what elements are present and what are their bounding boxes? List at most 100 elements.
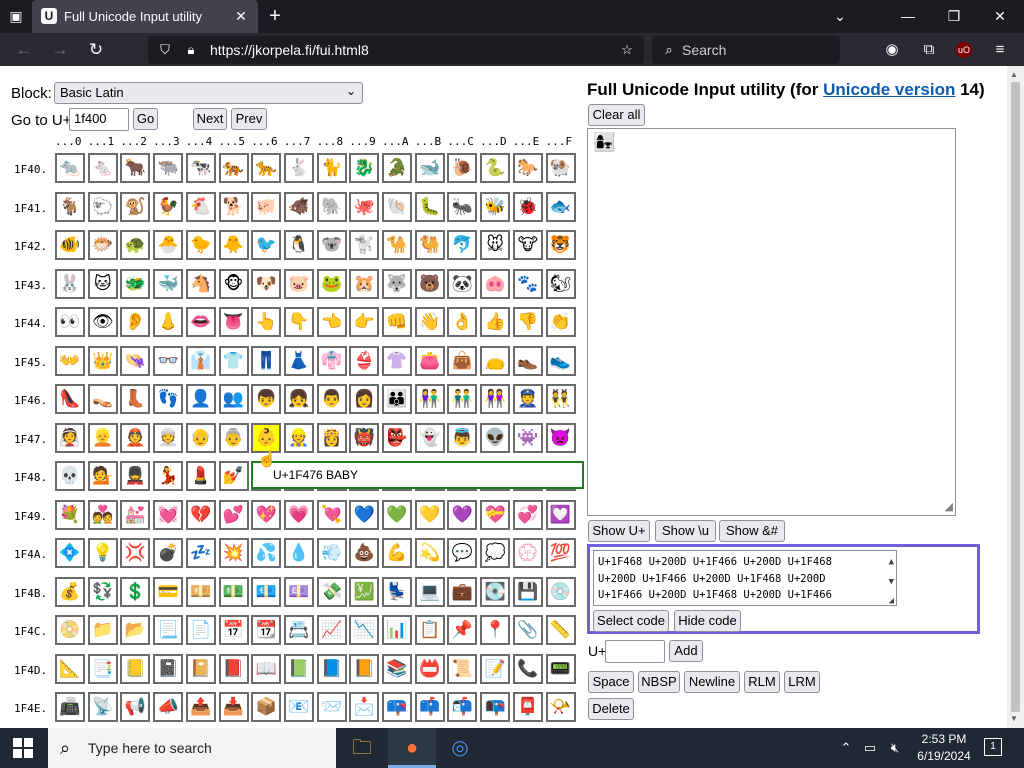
char-cell[interactable]: 🐭: [480, 230, 511, 260]
char-cell[interactable]: 🐈: [316, 153, 347, 183]
chevron-down-icon[interactable]: ⌄: [824, 4, 856, 28]
char-cell[interactable]: 📦: [251, 692, 282, 722]
char-cell[interactable]: 🐼: [447, 268, 478, 299]
prev-button[interactable]: Prev: [231, 108, 267, 130]
char-cell[interactable]: 💺: [382, 576, 412, 607]
char-cell[interactable]: 💡: [87, 538, 118, 568]
taskbar-search[interactable]: ⌕ Type here to search: [48, 728, 336, 768]
char-cell[interactable]: 📞: [512, 653, 543, 684]
char-cell[interactable]: 💳: [153, 576, 184, 607]
char-cell[interactable]: 📊: [382, 615, 412, 645]
char-cell[interactable]: 📢: [120, 692, 151, 722]
char-cell[interactable]: 🐮: [512, 230, 543, 260]
char-cell[interactable]: 👼: [447, 422, 478, 453]
char-cell[interactable]: 📔: [185, 653, 216, 684]
char-cell[interactable]: 📫: [414, 692, 445, 722]
char-cell[interactable]: 🐱: [87, 268, 118, 299]
char-cell[interactable]: 📀: [55, 615, 85, 645]
char-cell[interactable]: 👀: [55, 307, 85, 337]
char-cell[interactable]: 👞: [512, 345, 543, 376]
char-cell[interactable]: 👻: [414, 422, 445, 453]
char-cell[interactable]: 👃: [153, 307, 184, 337]
restore-icon[interactable]: ❐: [938, 4, 970, 28]
url-text[interactable]: https://jkorpela.fi/fui.html8: [210, 42, 369, 58]
char-cell[interactable]: 👮: [512, 384, 543, 414]
char-cell[interactable]: 💫: [414, 538, 445, 568]
char-cell[interactable]: 👿: [545, 422, 576, 453]
char-cell[interactable]: 👸: [316, 422, 347, 453]
char-cell[interactable]: 📌: [447, 615, 478, 645]
char-cell[interactable]: 👓: [153, 345, 184, 376]
char-cell[interactable]: 💦: [251, 538, 282, 568]
clear-all-button[interactable]: Clear all: [588, 104, 645, 126]
char-cell[interactable]: 💼: [447, 576, 478, 607]
char-cell[interactable]: 👢: [120, 384, 151, 414]
char-cell[interactable]: 🐇: [283, 153, 314, 183]
chevron-up-icon[interactable]: ⌃: [836, 728, 856, 768]
char-cell[interactable]: 👗: [283, 345, 314, 376]
char-cell[interactable]: 🐶: [251, 268, 282, 299]
char-cell[interactable]: 🐝: [480, 191, 511, 222]
char-cell[interactable]: 🐲: [120, 268, 151, 299]
char-cell[interactable]: 📒: [120, 653, 151, 684]
char-cell[interactable]: 👔: [185, 345, 216, 376]
char-cell[interactable]: 👷: [283, 422, 314, 453]
nbsp-button[interactable]: NBSP: [638, 671, 680, 693]
url-bar[interactable]: ⛉ 🔒︎ https://jkorpela.fi/fui.html8 ☆: [148, 36, 644, 64]
clock[interactable]: 2:53 PM 6/19/2024: [912, 731, 976, 765]
char-cell[interactable]: 🐙: [349, 191, 380, 222]
char-cell[interactable]: 💭: [480, 538, 511, 568]
char-cell[interactable]: 🐟: [545, 191, 576, 222]
char-cell[interactable]: 💐: [55, 499, 85, 530]
char-cell[interactable]: 🐵: [218, 268, 249, 299]
browser-tab[interactable]: U Full Unicode Input utility ✕: [32, 0, 258, 33]
char-cell[interactable]: 💚: [382, 499, 412, 530]
char-cell[interactable]: 📕: [218, 653, 249, 684]
char-cell[interactable]: 📨: [316, 692, 347, 722]
char-cell[interactable]: 💵: [218, 576, 249, 607]
char-cell[interactable]: 🐴: [185, 268, 216, 299]
go-button[interactable]: Go: [133, 108, 158, 130]
shield-icon[interactable]: ⛉: [156, 41, 174, 59]
char-cell[interactable]: 💣: [153, 538, 184, 568]
char-cell[interactable]: 📏: [545, 615, 576, 645]
char-cell[interactable]: 📪: [382, 692, 412, 722]
char-cell[interactable]: 👋: [414, 307, 445, 337]
extensions-icon[interactable]: ⧉: [917, 38, 941, 62]
network-icon[interactable]: ▭: [860, 728, 880, 768]
output-textarea[interactable]: 👩‍👧 ◢: [587, 128, 956, 516]
hide-code-button[interactable]: Hide code: [674, 610, 741, 632]
code-textarea[interactable]: U+1F468 U+200D U+1F466 U+200D U+1F468 U+…: [593, 550, 897, 606]
char-cell[interactable]: 💝: [480, 499, 511, 530]
char-cell[interactable]: 🐦: [251, 230, 282, 260]
char-cell[interactable]: 👨: [316, 384, 347, 414]
char-cell[interactable]: 📯: [545, 692, 576, 722]
notification-icon[interactable]: 1: [984, 738, 1002, 756]
char-cell[interactable]: 💁: [87, 461, 118, 491]
char-cell[interactable]: 📤: [185, 692, 216, 722]
char-cell[interactable]: 👤: [185, 384, 216, 414]
char-cell[interactable]: 🐢: [120, 230, 151, 260]
char-cell[interactable]: 🐖: [251, 191, 282, 222]
char-cell[interactable]: 👄: [185, 307, 216, 337]
char-cell[interactable]: 👐: [55, 345, 85, 376]
char-cell[interactable]: 👈: [316, 307, 347, 337]
char-cell[interactable]: 📛: [414, 653, 445, 684]
char-cell[interactable]: 👪: [382, 384, 412, 414]
char-cell[interactable]: 👳: [153, 422, 184, 453]
char-cell[interactable]: 👫: [414, 384, 445, 414]
delete-button[interactable]: Delete: [588, 698, 634, 720]
char-cell[interactable]: 🐄: [185, 153, 216, 183]
char-cell[interactable]: 📇: [283, 615, 314, 645]
char-cell[interactable]: 📃: [153, 615, 184, 645]
char-cell[interactable]: 🐷: [283, 268, 314, 299]
char-cell[interactable]: 💙: [349, 499, 380, 530]
char-cell[interactable]: 💽: [480, 576, 511, 607]
char-cell[interactable]: 💮: [512, 538, 543, 568]
char-cell[interactable]: 🐳: [153, 268, 184, 299]
select-code-button[interactable]: Select code: [593, 610, 669, 632]
char-cell[interactable]: 💒: [120, 499, 151, 530]
unicode-version-link[interactable]: Unicode version: [823, 80, 955, 99]
char-cell[interactable]: 📁: [87, 615, 118, 645]
scroll-down-icon[interactable]: ▼: [1010, 714, 1018, 723]
